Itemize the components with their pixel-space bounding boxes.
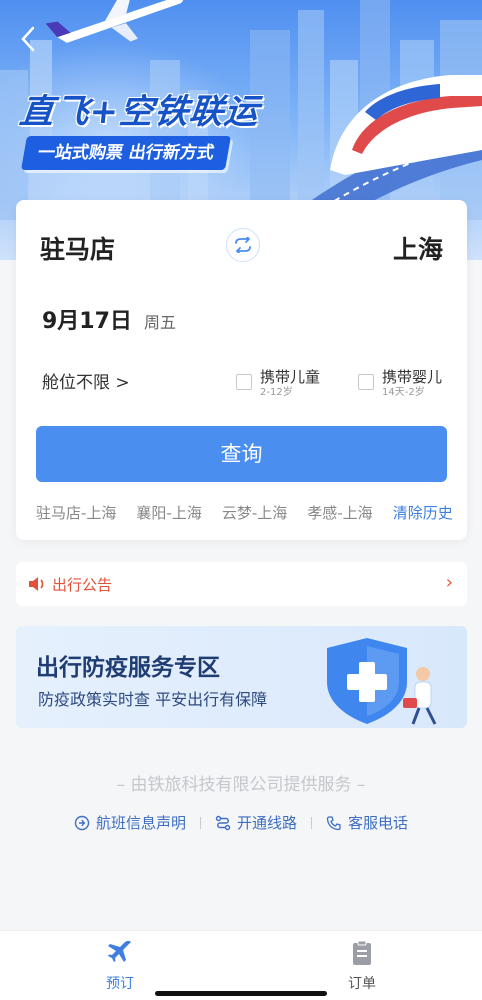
- infant-label: 携带婴儿: [382, 368, 443, 386]
- customer-service-link[interactable]: 客服电话: [326, 812, 408, 833]
- history-item[interactable]: 襄阳-上海: [136, 502, 201, 523]
- child-checkbox[interactable]: [236, 374, 252, 390]
- search-history: 驻马店-上海 襄阳-上海 云梦-上海 孝感-上海 清除历史: [36, 502, 453, 523]
- child-age: 2-12岁: [260, 387, 293, 398]
- search-card: 驻马店 上海 9月17日 周五 舱位不限 > 携带儿童 2-12岁 携带婴儿 1…: [16, 200, 467, 540]
- swap-cities-button[interactable]: [226, 228, 260, 262]
- weekday: 周五: [143, 313, 176, 332]
- info-statement-icon: [74, 815, 90, 830]
- history-item[interactable]: 驻马店-上海: [36, 502, 116, 523]
- to-city[interactable]: 上海: [393, 230, 443, 266]
- departure-date[interactable]: 9月17日: [42, 303, 132, 335]
- link-separator: [199, 816, 201, 829]
- flight-info-statement-label: 航班信息声明: [95, 814, 186, 832]
- back-button[interactable]: [20, 26, 50, 56]
- footer-links: 航班信息声明 开通线路 客服电话: [0, 812, 482, 833]
- search-button[interactable]: 查询: [36, 426, 447, 482]
- clipboard-icon: [353, 940, 371, 965]
- swap-icon: [235, 237, 251, 253]
- provider-text: – 由铁旅科技有限公司提供服务 –: [116, 775, 366, 795]
- child-checkbox-group[interactable]: 携带儿童 2-12岁: [236, 368, 320, 399]
- tab-order-label: 订单: [348, 976, 376, 992]
- notice-text: 出行公告: [52, 576, 113, 594]
- chevron-right-icon: ›: [445, 572, 453, 593]
- phone-icon: [326, 815, 341, 830]
- airplane-icon: [108, 940, 131, 962]
- routes-link[interactable]: 开通线路: [215, 812, 297, 833]
- banner-subtitle: 一站式购票 出行新方式: [21, 136, 231, 170]
- epidemic-subtitle: 防疫政策实时查 平安出行有保障: [38, 690, 268, 709]
- epidemic-service-banner[interactable]: 出行防疫服务专区 防疫政策实时查 平安出行有保障: [16, 626, 467, 728]
- route-icon: [215, 815, 231, 830]
- chevron-left-icon: [21, 26, 35, 52]
- routes-label: 开通线路: [236, 814, 297, 832]
- flight-info-statement-link[interactable]: 航班信息声明: [74, 812, 186, 833]
- banner-title: 直飞+空铁联运: [17, 92, 262, 132]
- tab-book-label: 预订: [106, 976, 134, 992]
- customer-service-label: 客服电话: [348, 814, 409, 832]
- from-city[interactable]: 驻马店: [40, 230, 115, 266]
- tab-book[interactable]: 预订: [80, 939, 160, 993]
- tab-order[interactable]: 订单: [322, 939, 402, 993]
- travel-notice-bar[interactable]: 出行公告 ›: [16, 562, 467, 606]
- history-item[interactable]: 孝感-上海: [307, 502, 372, 523]
- clear-history-button[interactable]: 清除历史: [393, 502, 453, 523]
- infant-checkbox[interactable]: [358, 374, 374, 390]
- link-separator: [311, 816, 312, 829]
- bottom-tab-bar: 预订 订单: [0, 930, 482, 1000]
- medical-shield-icon: [327, 638, 437, 725]
- infant-checkbox-group[interactable]: 携带婴儿 14天-2岁: [358, 368, 442, 399]
- child-label: 携带儿童: [260, 368, 321, 386]
- home-indicator: [155, 991, 327, 996]
- epidemic-title: 出行防疫服务专区: [36, 655, 220, 681]
- date-selector[interactable]: 9月17日 周五: [42, 303, 176, 335]
- cabin-selector[interactable]: 舱位不限 >: [42, 368, 130, 393]
- infant-age: 14天-2岁: [382, 387, 425, 398]
- history-item[interactable]: 云梦-上海: [222, 502, 287, 523]
- speaker-icon: [29, 577, 44, 591]
